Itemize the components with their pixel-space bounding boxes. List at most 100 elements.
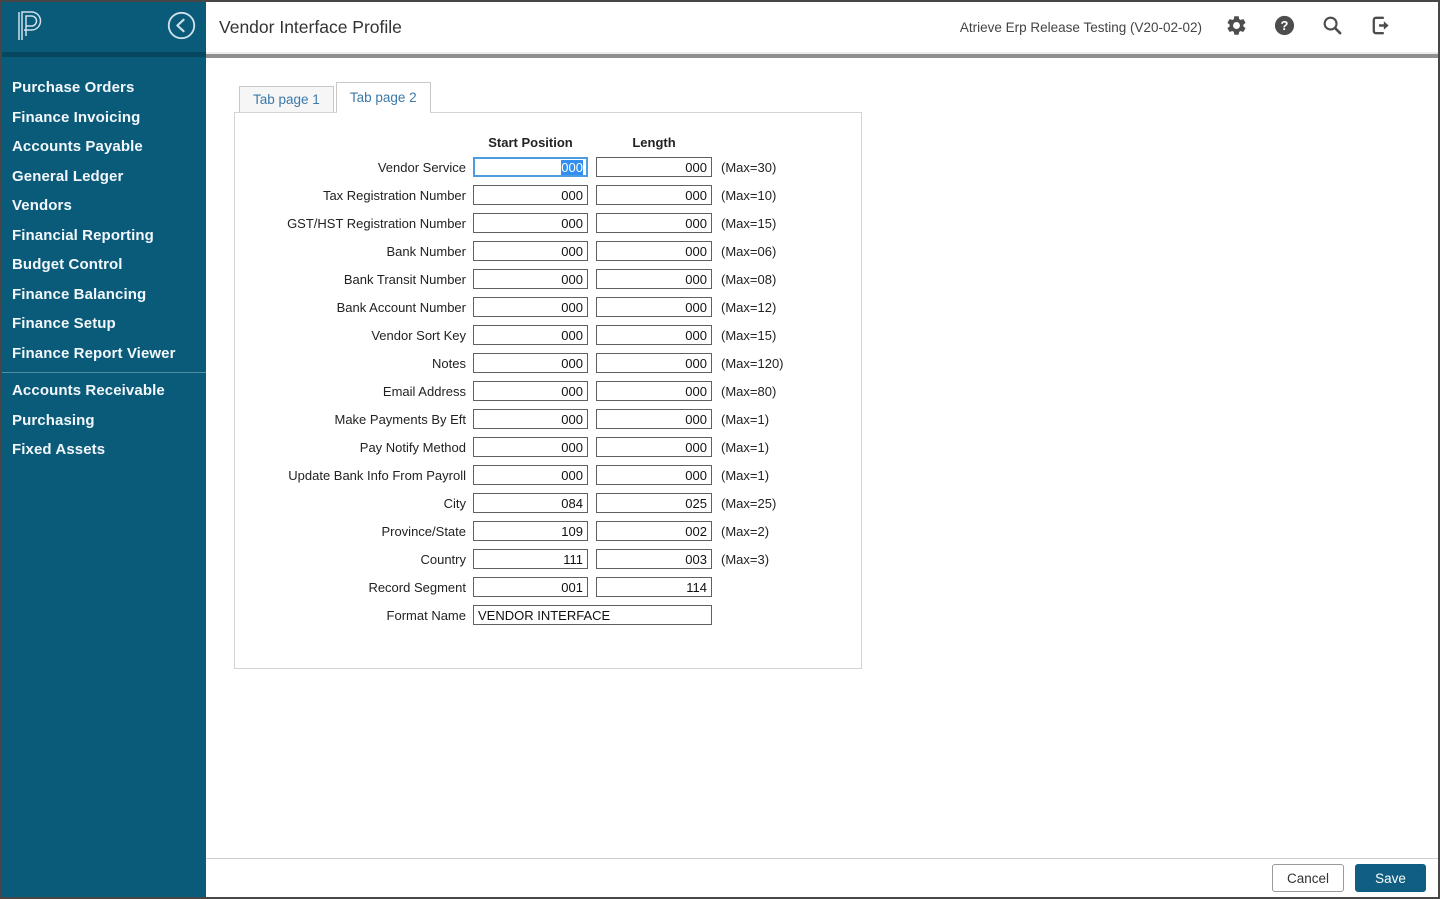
length-input[interactable] xyxy=(596,549,712,569)
max-length-label: (Max=12) xyxy=(721,300,776,315)
page-title: Vendor Interface Profile xyxy=(219,17,402,38)
sidebar-item-accounts-receivable[interactable]: Accounts Receivable xyxy=(2,376,206,406)
sidebar: Purchase OrdersFinance InvoicingAccounts… xyxy=(2,2,206,897)
form-row: Bank Number (Max=06) xyxy=(249,241,861,261)
start-position-input[interactable] xyxy=(473,437,588,457)
max-length-label: (Max=06) xyxy=(721,244,776,259)
save-button[interactable]: Save xyxy=(1355,864,1426,892)
max-length-label: (Max=25) xyxy=(721,496,776,511)
max-length-label: (Max=1) xyxy=(721,440,769,455)
start-position-header: Start Position xyxy=(473,135,588,150)
sidebar-item-financial-reporting[interactable]: Financial Reporting xyxy=(2,221,206,251)
length-input[interactable] xyxy=(596,325,712,345)
field-label: Vendor Service xyxy=(249,160,473,175)
start-position-input[interactable]: 000 xyxy=(473,157,588,177)
field-label: Bank Number xyxy=(249,244,473,259)
top-bar: Vendor Interface Profile Atrieve Erp Rel… xyxy=(206,2,1438,52)
help-button[interactable]: ? xyxy=(1272,15,1296,39)
length-input[interactable] xyxy=(596,465,712,485)
tab-page-2[interactable]: Tab page 2 xyxy=(336,82,431,112)
field-label: City xyxy=(249,496,473,511)
form-row: Update Bank Info From Payroll(Max=1) xyxy=(249,465,861,485)
start-position-input[interactable] xyxy=(473,241,588,261)
length-input[interactable] xyxy=(596,409,712,429)
max-length-label: (Max=80) xyxy=(721,384,776,399)
start-position-input[interactable] xyxy=(473,353,588,373)
start-position-input[interactable] xyxy=(473,381,588,401)
length-input[interactable] xyxy=(596,213,712,233)
field-label: Bank Transit Number xyxy=(249,272,473,287)
sidebar-item-accounts-payable[interactable]: Accounts Payable xyxy=(2,132,206,162)
length-input[interactable] xyxy=(596,577,712,597)
sidebar-item-purchase-orders[interactable]: Purchase Orders xyxy=(2,73,206,103)
format-name-input[interactable] xyxy=(473,605,712,625)
form-rows: Vendor Service000 (Max=30) Tax Registratio… xyxy=(249,157,861,597)
length-input[interactable] xyxy=(596,297,712,317)
start-position-input[interactable] xyxy=(473,577,588,597)
start-position-input[interactable] xyxy=(473,269,588,289)
max-length-label: (Max=15) xyxy=(721,216,776,231)
start-position-input[interactable] xyxy=(473,185,588,205)
field-label: Bank Account Number xyxy=(249,300,473,315)
sidebar-item-fixed-assets[interactable]: Fixed Assets xyxy=(2,435,206,465)
length-input[interactable] xyxy=(596,353,712,373)
tab-page-1[interactable]: Tab page 1 xyxy=(239,86,334,112)
search-button[interactable] xyxy=(1320,15,1344,39)
start-position-input[interactable] xyxy=(473,213,588,233)
start-position-input[interactable] xyxy=(473,465,588,485)
field-label: Record Segment xyxy=(249,580,473,595)
max-length-label: (Max=1) xyxy=(721,412,769,427)
main-area: Vendor Interface Profile Atrieve Erp Rel… xyxy=(206,2,1438,897)
length-input[interactable] xyxy=(596,157,712,177)
sign-out-button[interactable] xyxy=(1368,15,1392,39)
length-input[interactable] xyxy=(596,269,712,289)
form-row: City (Max=25) xyxy=(249,493,861,513)
sign-out-icon xyxy=(1369,14,1392,40)
field-label: Vendor Sort Key xyxy=(249,328,473,343)
field-label: GST/HST Registration Number xyxy=(249,216,473,231)
form-row: Email Address (Max=80) xyxy=(249,381,861,401)
sidebar-item-finance-invoicing[interactable]: Finance Invoicing xyxy=(2,103,206,133)
max-length-label: (Max=30) xyxy=(721,160,776,175)
sidebar-item-finance-report-viewer[interactable]: Finance Report Viewer xyxy=(2,339,206,369)
form-row: Notes(Max=120) xyxy=(249,353,861,373)
cancel-button[interactable]: Cancel xyxy=(1272,864,1344,892)
tab-strip: Tab page 1 Tab page 2 xyxy=(239,82,1438,112)
sidebar-item-budget-control[interactable]: Budget Control xyxy=(2,250,206,280)
app-window: Purchase OrdersFinance InvoicingAccounts… xyxy=(0,0,1440,899)
start-position-input[interactable] xyxy=(473,297,588,317)
length-input[interactable] xyxy=(596,241,712,261)
start-position-input[interactable] xyxy=(473,549,588,569)
sidebar-item-purchasing[interactable]: Purchasing xyxy=(2,406,206,436)
gear-icon xyxy=(1225,14,1248,40)
field-label: Email Address xyxy=(249,384,473,399)
field-label: Notes xyxy=(249,356,473,371)
form-row: Country(Max=3) xyxy=(249,549,861,569)
start-position-input[interactable] xyxy=(473,325,588,345)
settings-button[interactable] xyxy=(1224,15,1248,39)
field-label: Country xyxy=(249,552,473,567)
length-input[interactable] xyxy=(596,521,712,541)
form-row: Bank Account Number (Max=12) xyxy=(249,297,861,317)
field-label: Tax Registration Number xyxy=(249,188,473,203)
start-position-input[interactable] xyxy=(473,521,588,541)
sidebar-item-general-ledger[interactable]: General Ledger xyxy=(2,162,206,192)
sidebar-item-finance-setup[interactable]: Finance Setup xyxy=(2,309,206,339)
length-input[interactable] xyxy=(596,437,712,457)
footer-bar: Cancel Save xyxy=(206,858,1438,897)
length-input[interactable] xyxy=(596,185,712,205)
max-length-label: (Max=10) xyxy=(721,188,776,203)
field-label: Pay Notify Method xyxy=(249,440,473,455)
length-input[interactable] xyxy=(596,381,712,401)
start-position-input[interactable] xyxy=(473,409,588,429)
sidebar-divider xyxy=(2,372,206,373)
form-row: Bank Transit Number(Max=08) xyxy=(249,269,861,289)
page-content: Tab page 1 Tab page 2 Start Position Len… xyxy=(206,58,1438,858)
sidebar-item-finance-balancing[interactable]: Finance Balancing xyxy=(2,280,206,310)
sidebar-nav: Purchase OrdersFinance InvoicingAccounts… xyxy=(2,57,206,465)
collapse-sidebar-button[interactable] xyxy=(166,12,196,42)
form-row: GST/HST Registration Number (Max=15) xyxy=(249,213,861,233)
sidebar-item-vendors[interactable]: Vendors xyxy=(2,191,206,221)
start-position-input[interactable] xyxy=(473,493,588,513)
length-input[interactable] xyxy=(596,493,712,513)
